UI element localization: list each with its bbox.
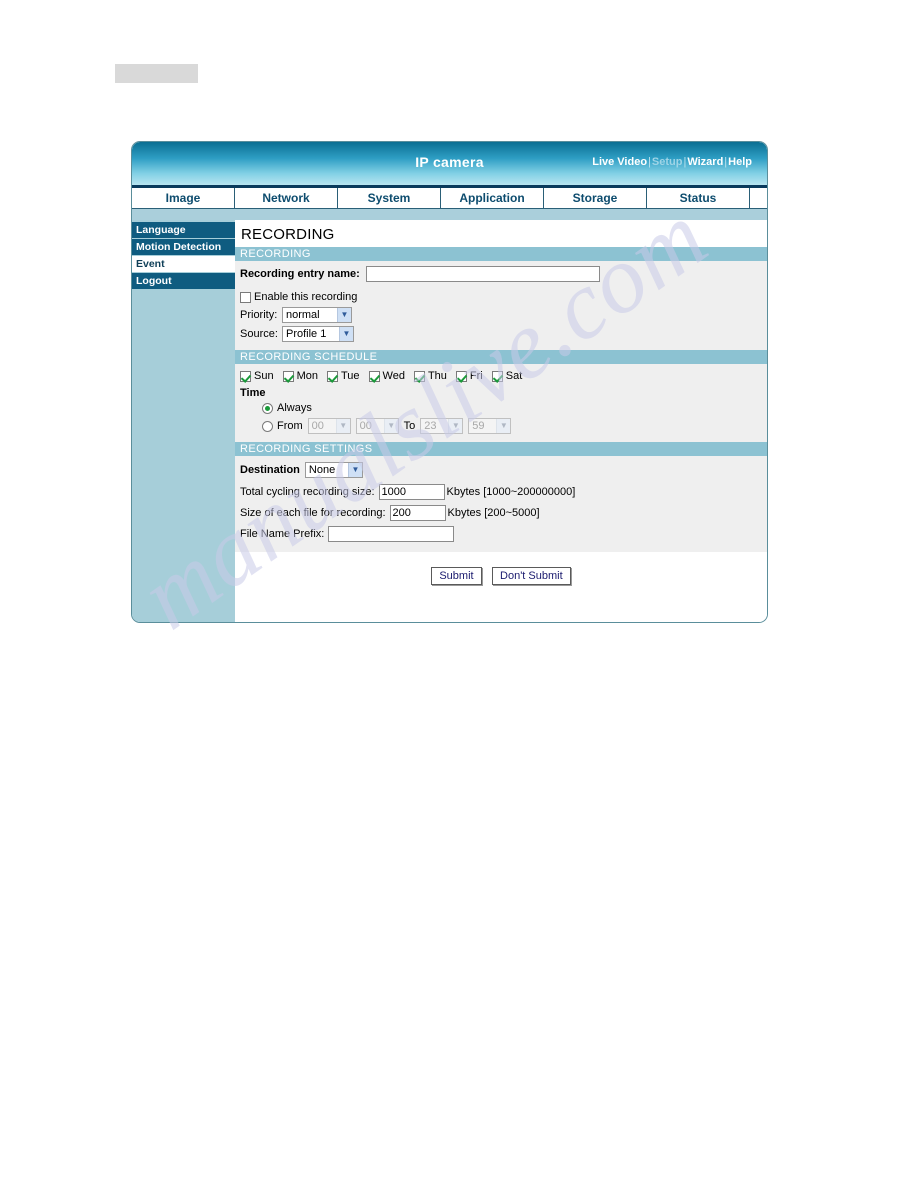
destination-select-value: None	[308, 464, 336, 476]
day-label-sun: Sun	[254, 370, 274, 382]
sidebar-item-event[interactable]: Event	[132, 256, 235, 273]
day-checkbox-fri[interactable]: Fri	[455, 370, 483, 382]
day-label-thu: Thu	[427, 370, 447, 382]
day-label-fri: Fri	[469, 370, 483, 382]
chevron-down-icon: ▼	[347, 463, 362, 477]
chevron-down-icon: ▼	[448, 419, 463, 433]
from-hour-value: 00	[311, 420, 324, 432]
recording-entry-name-label: Recording entry name:	[240, 268, 360, 280]
header-link-live-video[interactable]: Live Video	[592, 156, 647, 168]
day-label-tue: Tue	[340, 370, 360, 382]
tab-underbar	[132, 209, 767, 220]
form-button-row: Submit Don't Submit	[235, 552, 767, 585]
checkbox-icon	[491, 370, 503, 382]
total-cycling-size-input[interactable]	[378, 484, 445, 500]
time-label: Time	[240, 387, 266, 399]
day-checkbox-wed[interactable]: Wed	[368, 370, 405, 382]
from-hour-select[interactable]: 00 ▼	[307, 418, 351, 434]
schedule-from-radio[interactable]	[262, 420, 273, 432]
destination-select[interactable]: None ▼	[304, 462, 363, 478]
section-body-recording: Recording entry name: Enable this record…	[235, 261, 767, 350]
day-checkbox-mon[interactable]: Mon	[282, 370, 318, 382]
schedule-to-label: To	[403, 420, 416, 432]
section-header-recording: RECORDING	[235, 247, 767, 261]
checkbox-icon	[240, 370, 251, 382]
enable-recording-label: Enable this recording	[254, 291, 358, 303]
day-label-sat: Sat	[505, 370, 523, 382]
tab-status[interactable]: Status	[647, 188, 750, 208]
page-title: RECORDING	[241, 226, 335, 243]
checkbox-icon	[282, 370, 294, 382]
chevron-down-icon: ▼	[383, 419, 398, 433]
priority-label: Priority:	[240, 309, 278, 321]
chevron-down-icon: ▼	[339, 327, 353, 341]
header-links: Live Video|Setup|Wizard|Help	[592, 156, 752, 168]
to-hour-select[interactable]: 23 ▼	[420, 418, 464, 434]
checkbox-icon	[368, 370, 380, 382]
checkbox-icon	[455, 370, 467, 382]
file-size-input[interactable]	[389, 505, 446, 521]
destination-label: Destination	[240, 464, 300, 476]
day-checkbox-tue[interactable]: Tue	[326, 370, 360, 382]
from-minute-value: 00	[359, 420, 372, 432]
enable-recording-checkbox[interactable]	[240, 291, 251, 303]
section-body-recording-schedule: Sun Mon Tue Wed Thu Fri Sat Time Always	[235, 364, 767, 442]
sidebar-item-motion-detection[interactable]: Motion Detection	[132, 239, 235, 256]
file-size-unit: Kbytes [200~5000]	[447, 507, 540, 519]
schedule-always-radio[interactable]	[262, 402, 273, 414]
tab-filler	[750, 188, 767, 208]
ui-body: Language Motion Detection Event Logout R…	[132, 220, 767, 622]
day-label-wed: Wed	[382, 370, 405, 382]
ip-camera-web-ui: IP camera Live Video|Setup|Wizard|Help I…	[131, 141, 768, 623]
main-tab-bar: Image Network System Application Storage…	[132, 188, 767, 209]
recording-entry-name-input[interactable]	[365, 266, 600, 282]
source-select-value: Profile 1	[286, 328, 327, 340]
sidebar-item-language[interactable]: Language	[132, 222, 235, 239]
checkbox-icon	[326, 370, 338, 382]
chevron-down-icon: ▼	[335, 419, 350, 433]
header-link-wizard[interactable]: Wizard	[687, 156, 723, 168]
schedule-always-label: Always	[277, 402, 312, 414]
content-panel: RECORDING RECORDING Recording entry name…	[235, 220, 767, 622]
to-minute-select[interactable]: 59 ▼	[468, 418, 512, 434]
tab-application[interactable]: Application	[441, 188, 544, 208]
header-link-help[interactable]: Help	[728, 156, 752, 168]
total-cycling-size-label: Total cycling recording size:	[240, 486, 375, 498]
file-size-label: Size of each file for recording:	[240, 507, 386, 519]
day-checkbox-thu[interactable]: Thu	[413, 370, 447, 382]
source-select[interactable]: Profile 1 ▼	[282, 326, 354, 342]
redacted-header-box	[115, 64, 198, 83]
header-link-setup[interactable]: Setup	[652, 156, 683, 168]
sidebar: Language Motion Detection Event Logout	[132, 220, 235, 622]
chevron-down-icon: ▼	[496, 419, 511, 433]
tab-storage[interactable]: Storage	[544, 188, 647, 208]
day-label-mon: Mon	[296, 370, 318, 382]
tab-system[interactable]: System	[338, 188, 441, 208]
submit-button[interactable]: Submit	[431, 567, 482, 585]
from-minute-select[interactable]: 00 ▼	[355, 418, 399, 434]
tab-network[interactable]: Network	[235, 188, 338, 208]
chevron-down-icon: ▼	[337, 308, 351, 322]
to-minute-value: 59	[472, 420, 485, 432]
day-checkbox-sat[interactable]: Sat	[491, 370, 523, 382]
checkbox-icon	[413, 370, 425, 382]
to-hour-value: 23	[424, 420, 437, 432]
file-name-prefix-label: File Name Prefix:	[240, 528, 325, 540]
priority-select-value: normal	[286, 309, 320, 321]
section-body-recording-settings: Destination None ▼ Total cycling recordi…	[235, 456, 767, 552]
section-header-recording-schedule: RECORDING SCHEDULE	[235, 350, 767, 364]
tab-image[interactable]: Image	[132, 188, 235, 208]
source-label: Source:	[240, 328, 278, 340]
section-header-recording-settings: RECORDING SETTINGS	[235, 442, 767, 456]
day-checkbox-sun[interactable]: Sun	[240, 370, 274, 382]
file-name-prefix-input[interactable]	[328, 526, 455, 542]
sidebar-item-logout[interactable]: Logout	[132, 273, 235, 290]
priority-select[interactable]: normal ▼	[282, 307, 352, 323]
schedule-from-label: From	[277, 420, 303, 432]
dont-submit-button[interactable]: Don't Submit	[492, 567, 571, 585]
total-cycling-size-unit: Kbytes [1000~200000000]	[446, 486, 576, 498]
app-header: IP camera Live Video|Setup|Wizard|Help	[132, 142, 767, 188]
